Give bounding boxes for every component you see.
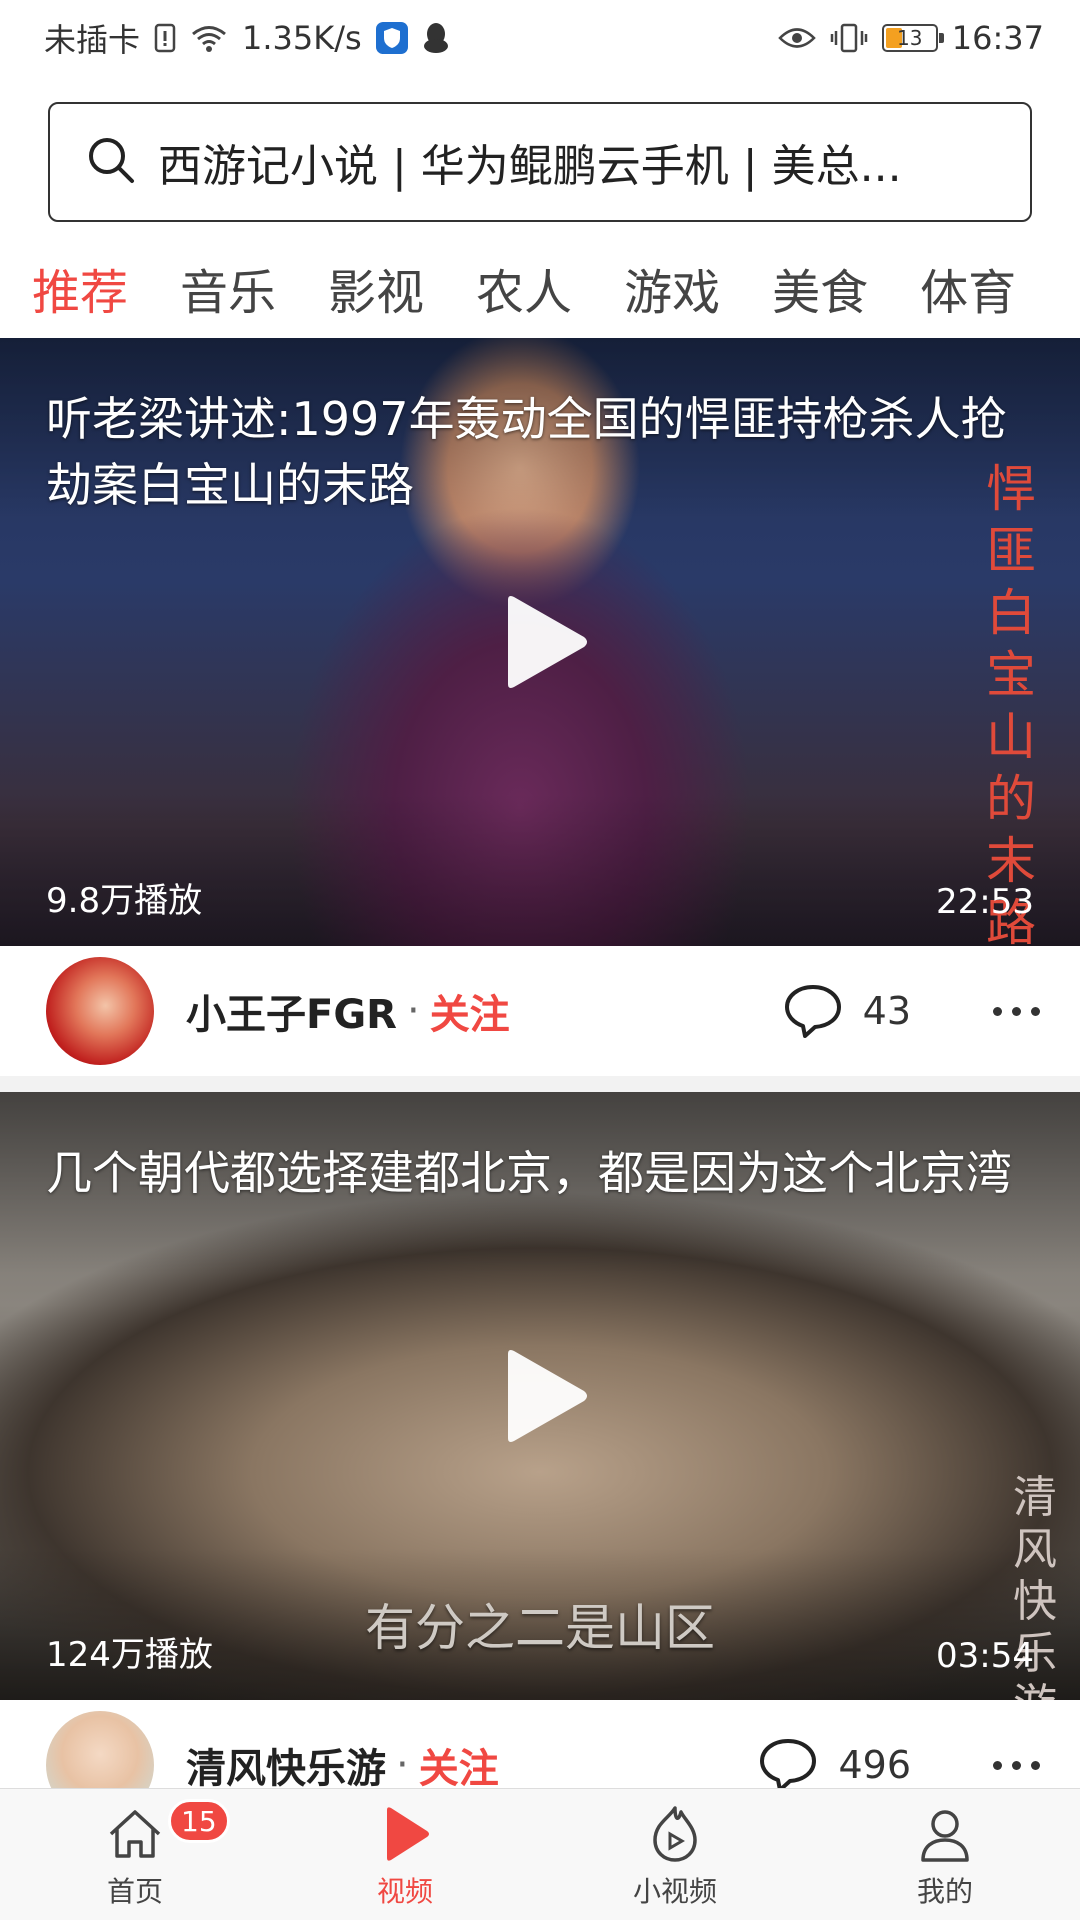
view-count: 9.8万播放 <box>46 881 203 921</box>
tab-sports[interactable]: 体育 <box>920 253 1016 323</box>
tab-film[interactable]: 影视 <box>328 253 424 323</box>
clock: 16:37 <box>951 19 1044 57</box>
bottom-nav: 15 首页 视频 小视频 我的 <box>0 1788 1080 1920</box>
video-title[interactable]: 几个朝代都选择建都北京，都是因为这个北京湾 <box>46 1140 1026 1206</box>
video-duration: 03:54 <box>936 1636 1034 1676</box>
wifi-icon <box>190 23 228 53</box>
nav-label: 小视频 <box>632 1875 717 1908</box>
play-icon <box>387 1807 429 1861</box>
sim-alert-icon <box>154 23 176 53</box>
tab-games[interactable]: 游戏 <box>624 253 720 323</box>
tab-farmer[interactable]: 农人 <box>476 253 572 323</box>
tab-music[interactable]: 音乐 <box>180 253 276 323</box>
video-card-thumbnail[interactable]: 听老梁讲述:1997年轰动全国的悍匪持枪杀人抢劫案白宝山的末路 悍匪白宝山的末路… <box>0 338 1080 946</box>
video-title[interactable]: 听老梁讲述:1997年轰动全国的悍匪持枪杀人抢劫案白宝山的末路 <box>46 386 1026 518</box>
category-tabs: 推荐 音乐 影视 农人 游戏 美食 体育 <box>0 245 1080 331</box>
nav-short-video[interactable]: 小视频 <box>540 1789 810 1920</box>
vibrate-icon <box>830 23 868 53</box>
profile-icon <box>921 1810 969 1862</box>
more-options-icon[interactable] <box>993 1760 1040 1770</box>
search-icon <box>86 135 136 189</box>
tab-recommend[interactable]: 推荐 <box>32 253 128 323</box>
nav-home[interactable]: 15 首页 <box>0 1789 270 1920</box>
video-side-caption: 悍匪白宝山的末路 <box>986 460 1036 946</box>
separator-dot: · <box>406 988 420 1034</box>
follow-button[interactable]: 关注 <box>430 982 510 1040</box>
comment-count: 496 <box>838 1743 911 1787</box>
video-duration: 22:53 <box>936 882 1034 922</box>
carrier-label: 未插卡 <box>44 21 141 59</box>
follow-button[interactable]: 关注 <box>419 1736 499 1794</box>
author-row: 小王子FGR · 关注 43 <box>0 946 1080 1076</box>
comment-count: 43 <box>862 989 911 1033</box>
nav-label: 我的 <box>916 1875 973 1908</box>
security-shield-icon <box>375 22 408 54</box>
notification-badge: 15 <box>168 1799 230 1843</box>
nav-profile[interactable]: 我的 <box>810 1789 1080 1920</box>
comment-icon <box>784 985 841 1038</box>
status-bar: 未插卡 1.35K/s 13 16:37 <box>0 0 1080 76</box>
search-box[interactable]: 西游记小说 | 华为鲲鹏云手机 | 美总... <box>48 102 1032 222</box>
play-icon[interactable] <box>500 1348 590 1444</box>
play-icon[interactable] <box>500 594 590 690</box>
eye-comfort-icon <box>778 25 816 51</box>
search-hint-text: 西游记小说 | 华为鲲鹏云手机 | 美总... <box>158 141 902 192</box>
short-video-icon <box>653 1806 697 1862</box>
view-count: 124万播放 <box>46 1635 213 1675</box>
tab-food[interactable]: 美食 <box>772 253 868 323</box>
comment-button[interactable]: 43 <box>783 983 911 1039</box>
comment-button[interactable]: 496 <box>758 1737 911 1793</box>
comment-icon <box>760 1739 817 1792</box>
home-icon <box>109 1810 161 1858</box>
separator-dot: · <box>396 1742 409 1788</box>
video-card-thumbnail[interactable]: 几个朝代都选择建都北京，都是因为这个北京湾 清风快乐游 有分之二是山区 124万… <box>0 1092 1080 1700</box>
status-right: 13 16:37 <box>778 19 1044 57</box>
status-left: 未插卡 1.35K/s <box>44 15 450 61</box>
nav-label: 视频 <box>376 1875 433 1908</box>
card-divider <box>0 1076 1080 1092</box>
nav-video[interactable]: 视频 <box>270 1789 540 1920</box>
author-name[interactable]: 清风快乐游 <box>186 1736 386 1794</box>
qq-penguin-icon <box>422 22 450 54</box>
more-options-icon[interactable] <box>993 1006 1040 1016</box>
nav-label: 首页 <box>106 1875 163 1908</box>
net-speed-label: 1.35K/s <box>242 19 362 57</box>
author-name[interactable]: 小王子FGR <box>186 982 397 1040</box>
battery-icon: 13 <box>881 24 944 52</box>
avatar[interactable] <box>46 957 154 1065</box>
